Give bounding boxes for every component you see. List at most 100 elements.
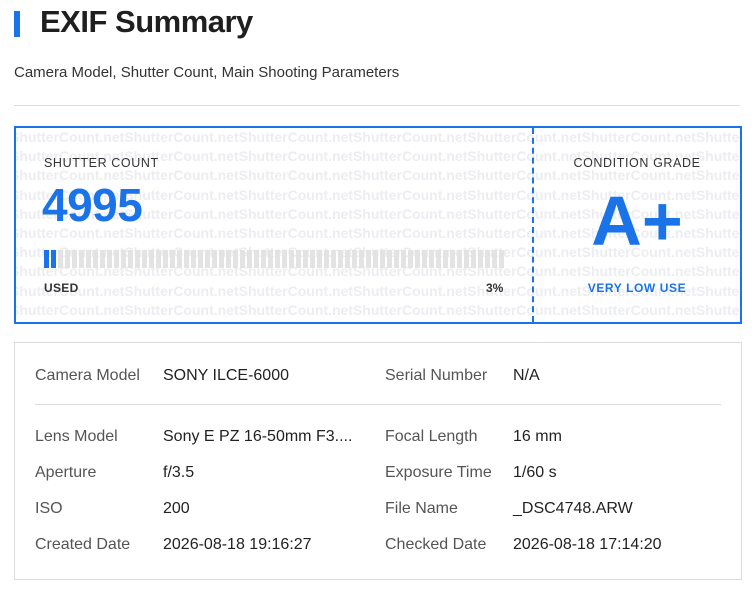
usage-bar-segment (352, 250, 357, 268)
usage-bar-segment (268, 250, 273, 268)
usage-bar-segment (380, 250, 385, 268)
usage-bar-segment (296, 250, 301, 268)
usage-bar-segment (135, 250, 140, 268)
usage-bar-segment (72, 250, 77, 268)
table-row: Created Date 2026-08-18 19:16:27 Checked… (35, 536, 721, 560)
usage-bar-segment (317, 250, 322, 268)
usage-bar-segment (128, 250, 133, 268)
serial-number-value: N/A (513, 367, 540, 384)
page-subtitle: Camera Model, Shutter Count, Main Shooti… (14, 64, 400, 81)
usage-bar-segment (415, 250, 420, 268)
usage-bar-segment (324, 250, 329, 268)
usage-bar-segment (261, 250, 266, 268)
iso-label: ISO (35, 500, 63, 517)
usage-bar-segment (86, 250, 91, 268)
lens-model-value: Sony E PZ 16-50mm F3.... (163, 428, 353, 445)
condition-grade-value: A+ (591, 182, 683, 260)
usage-bar-segment (471, 250, 476, 268)
usage-progress-bar (44, 250, 504, 268)
usage-bar-segment (58, 250, 63, 268)
checked-date-label: Checked Date (385, 536, 487, 553)
usage-bar-segment (331, 250, 336, 268)
usage-bar-segment (191, 250, 196, 268)
camera-model-label: Camera Model (35, 367, 140, 384)
usage-bar-segment (436, 250, 441, 268)
usage-bar-segment (219, 250, 224, 268)
table-row: ISO 200 File Name _DSC4748.ARW (35, 500, 721, 524)
file-name-label: File Name (385, 500, 458, 517)
file-name-value: _DSC4748.ARW (513, 500, 633, 517)
usage-bar-segment (254, 250, 259, 268)
exif-details-table: Camera Model SONY ILCE-6000 Serial Numbe… (14, 342, 742, 580)
usage-bar-segment (240, 250, 245, 268)
created-date-value: 2026-08-18 19:16:27 (163, 536, 312, 553)
iso-value: 200 (163, 500, 190, 517)
exposure-time-label: Exposure Time (385, 464, 492, 481)
table-row: Lens Model Sony E PZ 16-50mm F3.... Foca… (35, 428, 721, 452)
usage-bar-segment (457, 250, 462, 268)
condition-grade-note: VERY LOW USE (587, 281, 687, 295)
usage-bar-segment (184, 250, 189, 268)
usage-bar-segment (121, 250, 126, 268)
shutter-count-card: ShutterCount.netShutterCount.netShutterC… (14, 126, 742, 324)
usage-bar-segment (387, 250, 392, 268)
usage-bar-segment (345, 250, 350, 268)
focal-length-value: 16 mm (513, 428, 562, 445)
header-divider (14, 105, 740, 106)
usage-bar-segment (100, 250, 105, 268)
usage-bar-segment (499, 250, 504, 268)
usage-bar-segment (93, 250, 98, 268)
condition-grade-label: CONDITION GRADE (573, 156, 701, 170)
usage-bar-segment (79, 250, 84, 268)
usage-bar-segment (149, 250, 154, 268)
created-date-label: Created Date (35, 536, 131, 553)
used-label: USED (44, 281, 79, 295)
usage-bar-segment (177, 250, 182, 268)
usage-bar-segment (156, 250, 161, 268)
usage-bar-segment (394, 250, 399, 268)
usage-bar-segment (170, 250, 175, 268)
usage-bar-segment (275, 250, 280, 268)
usage-bar-segment (373, 250, 378, 268)
table-row: Aperture f/3.5 Exposure Time 1/60 s (35, 464, 721, 488)
usage-bar-segment (51, 250, 56, 268)
page-title: EXIF Summary (40, 4, 253, 39)
title-accent-bar (14, 11, 20, 37)
usage-bar-segment (114, 250, 119, 268)
usage-bar-segment (478, 250, 483, 268)
usage-bar-segment (492, 250, 497, 268)
usage-bar-segment (408, 250, 413, 268)
table-divider (35, 404, 721, 405)
focal-length-label: Focal Length (385, 428, 478, 445)
usage-bar-segment (338, 250, 343, 268)
usage-bar-segment (163, 250, 168, 268)
usage-bar-segment (198, 250, 203, 268)
usage-bar-segment (450, 250, 455, 268)
shutter-count-label: SHUTTER COUNT (44, 156, 159, 170)
usage-bar-segment (65, 250, 70, 268)
usage-bar-segment (485, 250, 490, 268)
usage-bar-segment (205, 250, 210, 268)
usage-bar-segment (212, 250, 217, 268)
usage-bar-segment (422, 250, 427, 268)
aperture-value: f/3.5 (163, 464, 195, 481)
serial-number-label: Serial Number (385, 367, 488, 384)
used-percent: 3% (486, 281, 504, 295)
usage-bar-segment (233, 250, 238, 268)
usage-bar-segment (366, 250, 371, 268)
shutter-count-value: 4995 (42, 179, 143, 231)
lens-model-label: Lens Model (35, 428, 118, 445)
usage-bar-segment (247, 250, 252, 268)
usage-bar-segment (443, 250, 448, 268)
usage-bar-segment (44, 250, 49, 268)
condition-grade-panel: CONDITION GRADE A+ VERY LOW USE (534, 128, 740, 322)
usage-bar-segment (310, 250, 315, 268)
usage-bar-segment (226, 250, 231, 268)
usage-bar-segment (289, 250, 294, 268)
usage-bar-segment (303, 250, 308, 268)
table-row: Camera Model SONY ILCE-6000 Serial Numbe… (35, 367, 721, 391)
usage-bar-segment (359, 250, 364, 268)
usage-bar-segment (282, 250, 287, 268)
usage-bar-segment (142, 250, 147, 268)
aperture-label: Aperture (35, 464, 97, 481)
